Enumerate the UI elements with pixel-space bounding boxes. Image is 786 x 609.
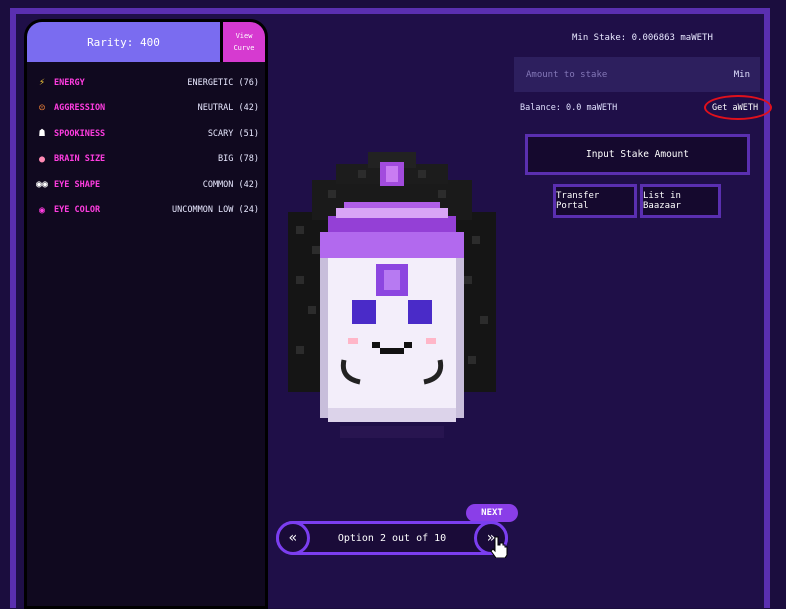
traits-list: ⚡ ENERGY ENERGETIC (76) ☹ AGGRESSION NEU…	[27, 62, 265, 223]
stake-amount-field: Min	[514, 57, 760, 92]
option-counter: Option 2 out of 10	[337, 532, 447, 544]
list-in-baazaar-button[interactable]: List in Baazaar	[640, 184, 721, 218]
trait-name: ENERGY	[54, 77, 85, 88]
trait-name: EYE COLOR	[54, 205, 101, 216]
trait-value: SCARY (51)	[207, 128, 259, 139]
trait-value: NEUTRAL (42)	[197, 103, 259, 114]
lightning-icon: ⚡	[38, 77, 46, 89]
trait-brain-size: ● BRAIN SIZE BIG (78)	[35, 147, 259, 173]
trait-eye-shape: ◉◉ EYE SHAPE COMMON (42)	[35, 172, 259, 198]
ghost-sprite	[288, 152, 496, 438]
view-curve-button[interactable]: View Curve	[220, 22, 265, 62]
trait-eye-color: ◉ EYE COLOR UNCOMMON LOW (24)	[35, 198, 259, 224]
eyes-icon: ◉◉	[35, 179, 49, 191]
input-stake-amount-button[interactable]: Input Stake Amount	[525, 134, 750, 175]
trait-value: UNCOMMON LOW (24)	[172, 205, 259, 216]
trait-name: EYE SHAPE	[54, 179, 101, 190]
next-tooltip: NEXT	[466, 504, 518, 522]
trait-value: COMMON (42)	[202, 179, 259, 190]
trait-name: BRAIN SIZE	[54, 154, 106, 165]
transfer-portal-button[interactable]: Transfer Portal	[553, 184, 637, 218]
aavegotchi-image	[288, 146, 496, 442]
trait-name: AGGRESSION	[54, 103, 106, 114]
balance-text: Balance: 0.0 maWETH	[520, 103, 618, 113]
trait-name: SPOOKINESS	[54, 128, 106, 139]
amount-to-stake-input[interactable]	[524, 68, 734, 81]
trait-spookiness: ☗ SPOOKINESS SCARY (51)	[35, 121, 259, 147]
highlight-annotation	[704, 95, 772, 120]
eye-icon: ◉	[38, 204, 46, 216]
double-chevron-left-icon: «	[288, 530, 298, 546]
trait-value: ENERGETIC (76)	[187, 77, 259, 88]
rarity-header: Rarity: 400 View Curve	[27, 22, 265, 62]
traits-panel: Rarity: 400 View Curve ⚡ ENERGY ENERGETI…	[24, 19, 268, 609]
trait-value: BIG (78)	[218, 154, 259, 165]
previous-option-button[interactable]: «	[276, 521, 310, 555]
trait-energy: ⚡ ENERGY ENERGETIC (76)	[35, 70, 259, 96]
brain-icon: ●	[38, 153, 46, 165]
angry-face-icon: ☹	[38, 102, 46, 114]
view-curve-label-1: View	[235, 32, 253, 40]
trait-aggression: ☹ AGGRESSION NEUTRAL (42)	[35, 96, 259, 122]
rarity-score: Rarity: 400	[27, 22, 220, 62]
hand-cursor-icon	[490, 536, 508, 558]
min-stake-text: Min Stake: 0.006863 maWETH	[572, 33, 713, 43]
ghost-icon: ☗	[38, 128, 46, 140]
min-button[interactable]: Min	[734, 70, 750, 80]
view-curve-label-2: Curve	[233, 44, 255, 52]
option-pager: Option 2 out of 10 « »	[276, 521, 508, 555]
